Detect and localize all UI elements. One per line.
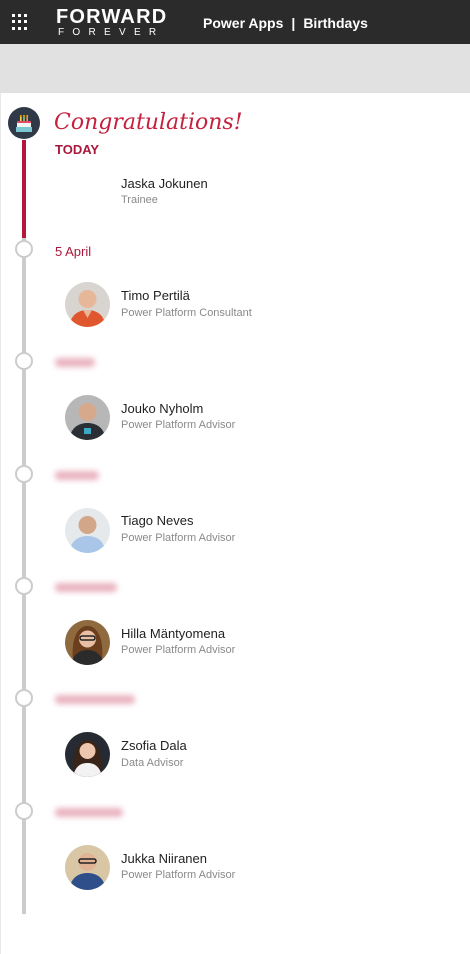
birthday-cake-icon [8,107,40,139]
blurred-date-label [55,806,123,822]
congratulations-heading: Congratulations! [54,110,243,135]
person-name: Jouko Nyholm [121,401,204,416]
timeline-node [15,802,33,820]
today-person-name: Jaska Jokunen [121,176,208,191]
person-name: Timo Pertilä [121,288,190,303]
avatar[interactable] [65,282,110,327]
title-separator: | [291,15,296,31]
logo-text-bottom: FOREVER [58,27,165,38]
app-title: Power Apps | Birthdays [203,14,368,32]
timeline-node [15,465,33,483]
timeline-node [15,577,33,595]
person-role: Data Advisor [121,757,184,769]
blurred-date-label [55,356,95,372]
avatar[interactable] [65,620,110,665]
person-role: Power Platform Advisor [121,419,236,431]
person-name: Tiago Neves [121,513,194,528]
app-launcher-icon[interactable] [11,13,29,31]
person-role: Power Platform Advisor [121,644,236,656]
person-name: Zsofia Dala [121,738,187,753]
person-name: Jukka Niiranen [121,851,207,866]
blurred-date-label [55,469,99,485]
avatar[interactable] [65,732,110,777]
avatar[interactable] [65,845,110,890]
blurred-date-label [55,581,117,597]
screen-title: Birthdays [303,15,368,31]
date-label: 5 April [55,244,92,259]
person-role: Power Platform Consultant [121,307,252,319]
person-role: Power Platform Advisor [121,532,236,544]
company-logo: FORWARD FOREVER [56,6,168,40]
person-role: Power Platform Advisor [121,869,236,881]
timeline-node [15,240,33,258]
blurred-date-label [55,693,135,709]
today-person-role: Trainee [121,194,158,206]
avatar[interactable] [65,395,110,440]
person-name: Hilla Mäntyomena [121,626,226,641]
logo-text-top: FORWARD [56,6,168,28]
toolbar-band [0,44,470,93]
timeline-today-segment [22,140,26,238]
timeline-node [15,689,33,707]
app-name: Power Apps [203,15,284,31]
app-header: FORWARD FOREVER Power Apps | Birthdays [0,0,470,44]
timeline-node [15,352,33,370]
avatar[interactable] [65,508,110,553]
today-label: TODAY [55,142,100,157]
